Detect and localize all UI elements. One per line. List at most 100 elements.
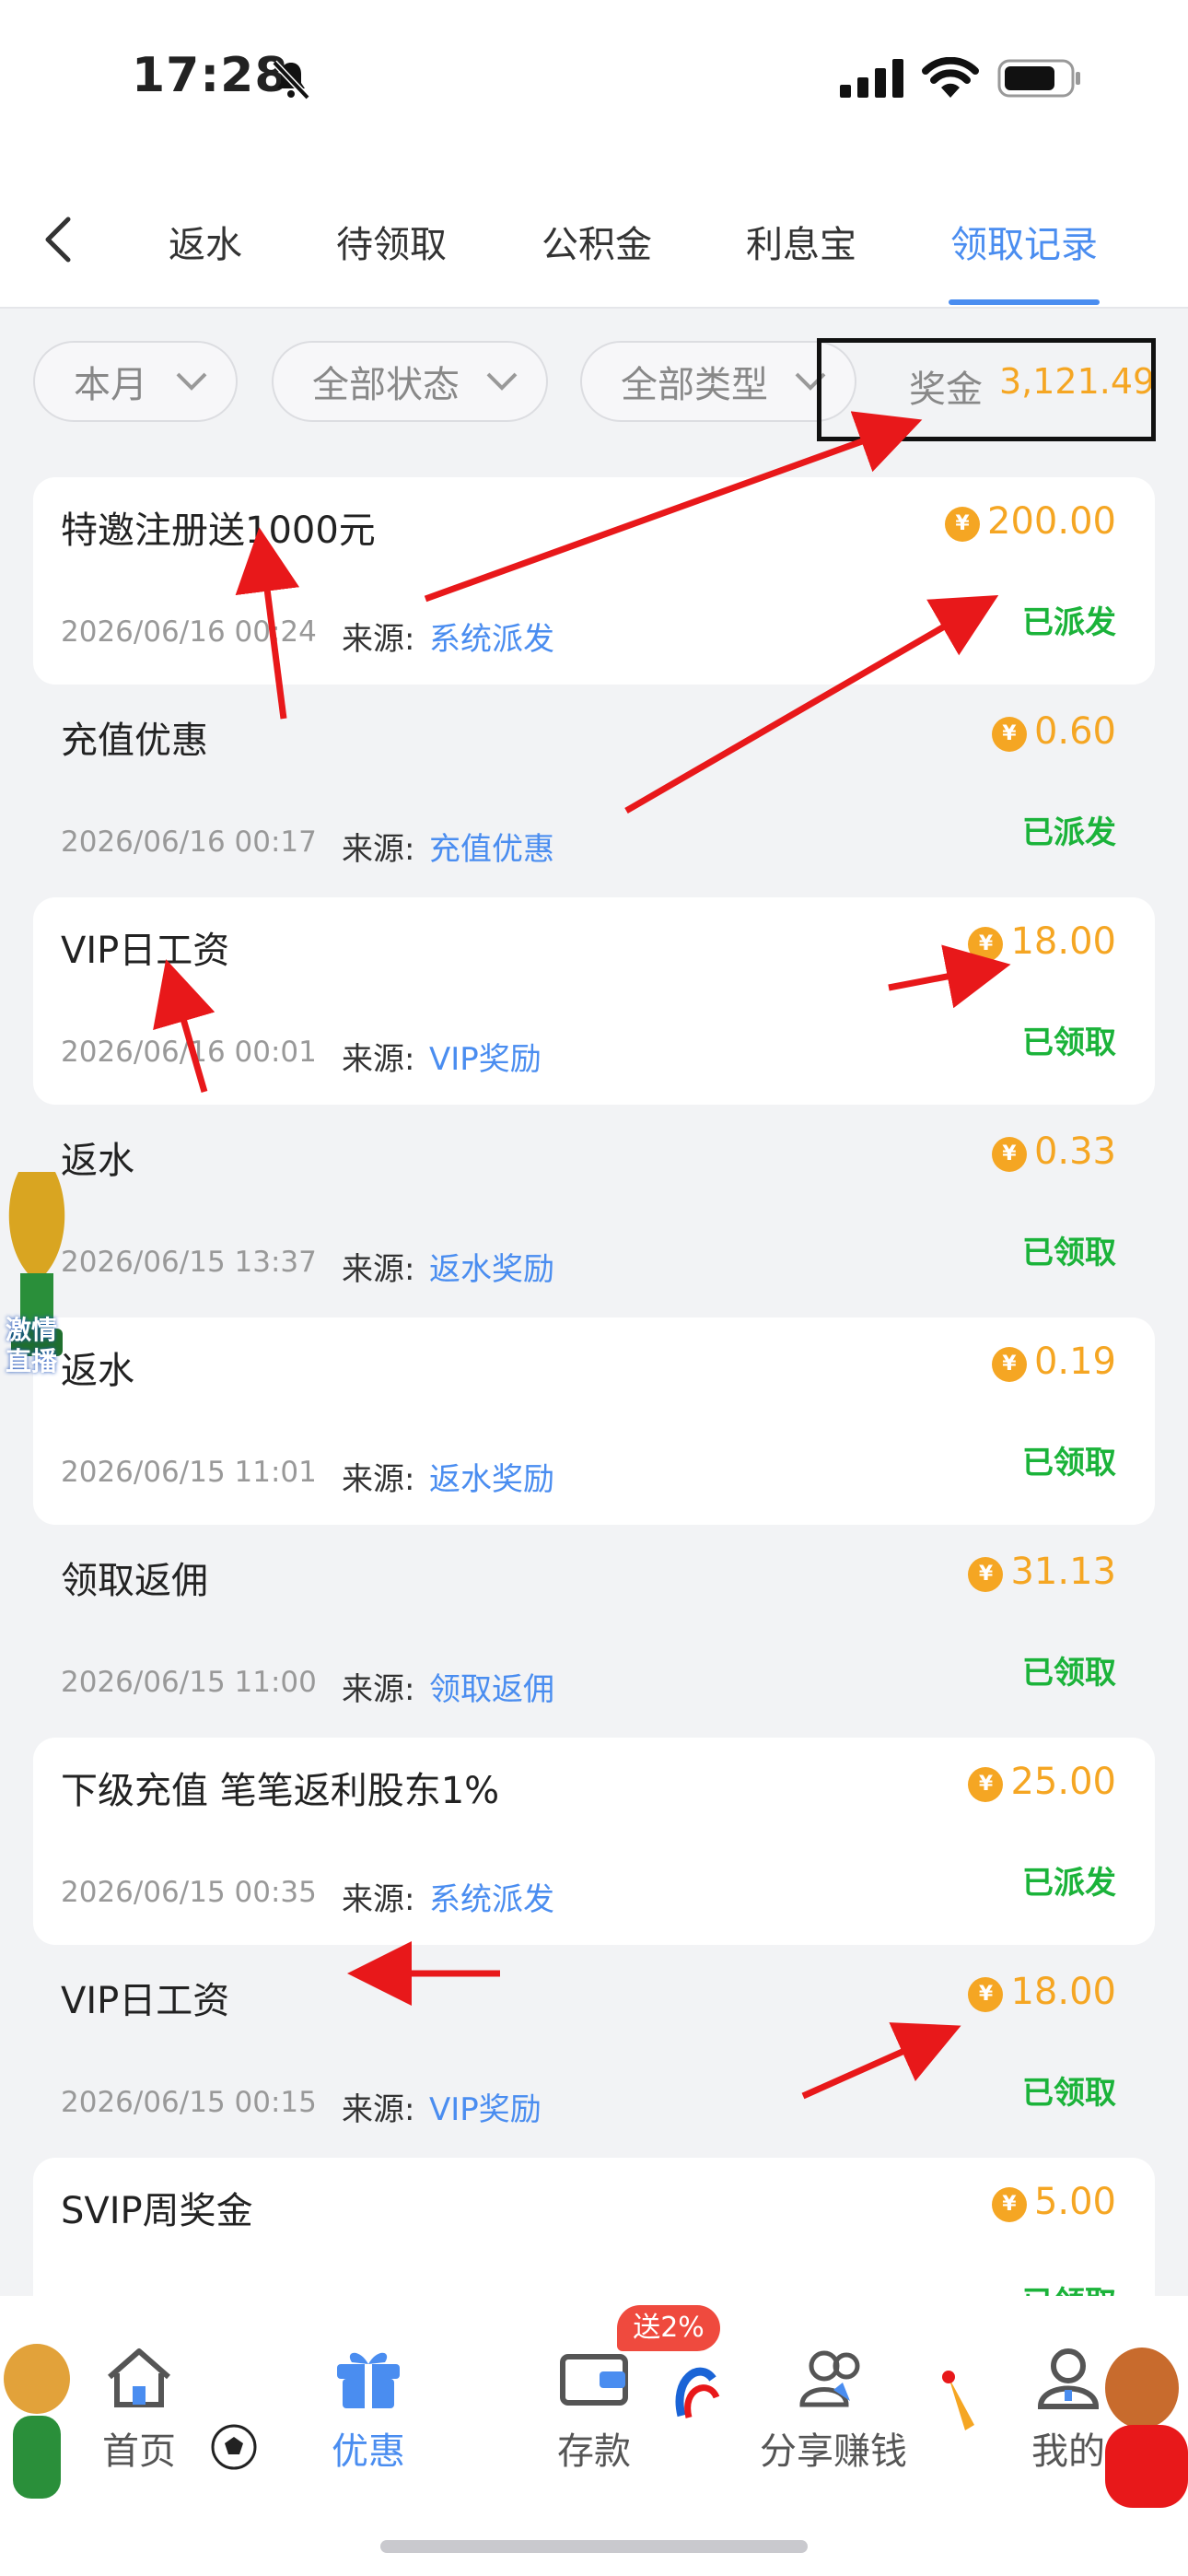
status-bar: 17:28 xyxy=(0,0,1188,175)
record-date: 2026/06/16 00:01 xyxy=(61,1036,317,1069)
live-badge-line1: 激情 xyxy=(6,1315,58,1345)
list-item[interactable]: 下级充值 笔笔返利股东1% 2026/06/15 00:35 来源: 系统派发 25.0… xyxy=(33,1738,1155,1945)
coin-icon: ¥ xyxy=(991,717,1027,752)
list-item[interactable]: 返水 2026/06/15 11:01 来源: 返水奖励 0.19 已领取 ¥ xyxy=(33,1317,1155,1525)
wallet-icon xyxy=(560,2354,628,2406)
coin-icon: ¥ xyxy=(968,927,1004,962)
record-status: 已派发 xyxy=(1022,814,1116,851)
record-amount: 0.19 xyxy=(1033,1341,1116,1383)
status-filter[interactable]: 全部状态 xyxy=(272,341,548,422)
coin-icon: ¥ xyxy=(991,1137,1027,1172)
active-tab-indicator xyxy=(949,299,1100,305)
bottom-nav-bar: 首页 优惠 存款 送2% 分享赚钱 我的 xyxy=(0,2296,1188,2576)
chevron-down-icon xyxy=(176,372,207,391)
coin-icon: ¥ xyxy=(945,507,981,542)
live-stream-float-badge[interactable]: 激情 直播 xyxy=(0,1163,74,1411)
record-title: SVIP周奖金 xyxy=(61,2190,253,2232)
record-source-label: 来源: xyxy=(342,2091,415,2128)
nav-share-earn-label: 分享赚钱 xyxy=(760,2430,907,2473)
record-amount: 18.00 xyxy=(1010,920,1116,963)
record-status: 已领取 xyxy=(1022,1655,1116,1692)
record-amount: 31.13 xyxy=(1010,1551,1116,1593)
share-users-icon xyxy=(799,2350,860,2407)
coin-icon: ¥ xyxy=(991,2187,1027,2222)
gift-icon xyxy=(337,2352,400,2408)
record-source-label: 来源: xyxy=(342,1671,415,1708)
record-source-label: 来源: xyxy=(342,831,415,868)
record-title: 充值优惠 xyxy=(61,720,208,762)
type-filter[interactable]: 全部类型 xyxy=(580,341,856,422)
record-date: 2026/06/15 11:01 xyxy=(61,1456,317,1489)
live-badge-line2: 直播 xyxy=(6,1346,58,1376)
record-amount: 0.60 xyxy=(1033,710,1116,753)
chevron-down-icon xyxy=(486,372,518,391)
record-title: VIP日工资 xyxy=(61,1980,230,2022)
coin-icon: ¥ xyxy=(991,1347,1027,1382)
home-icon xyxy=(108,2348,170,2407)
tab-interest[interactable]: 利息宝 xyxy=(746,215,856,268)
wifi-icon xyxy=(922,57,979,98)
list-item[interactable]: 领取返佣 2026/06/15 11:00 来源: 领取返佣 31.13 已领取 ¥ xyxy=(33,1528,1155,1735)
record-source: 系统派发 xyxy=(429,1881,554,1918)
record-amount: 0.33 xyxy=(1033,1130,1116,1173)
record-status: 已领取 xyxy=(1022,1025,1116,1061)
colorful-ribbon-icon xyxy=(675,2367,720,2418)
coin-icon: ¥ xyxy=(968,1767,1004,1802)
back-chevron-icon[interactable] xyxy=(37,212,83,267)
record-date: 2026/06/15 13:37 xyxy=(61,1246,317,1279)
trumpet-icon xyxy=(942,2371,974,2430)
record-title: 领取返佣 xyxy=(61,1560,208,1602)
record-status: 已派发 xyxy=(1022,1865,1116,1902)
coin-icon: ¥ xyxy=(968,1977,1004,2012)
record-status: 已派发 xyxy=(1022,604,1116,641)
record-date: 2026/06/15 00:15 xyxy=(61,2086,317,2119)
record-title: VIP日工资 xyxy=(61,930,230,972)
nav-share-earn[interactable]: 分享赚钱 xyxy=(751,2346,916,2475)
tab-rebate[interactable]: 返水 xyxy=(169,215,242,268)
mascot-right-icon xyxy=(1105,2348,1188,2508)
tab-claim-records[interactable]: 领取记录 xyxy=(950,215,1098,268)
record-source-label: 来源: xyxy=(342,1041,415,1078)
list-item[interactable]: 返水 2026/06/15 13:37 来源: 返水奖励 0.33 已领取 ¥ xyxy=(33,1107,1155,1315)
bell-muted-icon xyxy=(272,60,310,100)
battery-icon xyxy=(997,59,1080,98)
record-amount: 25.00 xyxy=(1010,1761,1116,1803)
record-status: 已领取 xyxy=(1022,1445,1116,1481)
list-item[interactable]: 特邀注册送1000元 2026/06/16 00:24 来源: 系统派发 200.00 已… xyxy=(33,477,1155,685)
record-source-label: 来源: xyxy=(342,1251,415,1288)
coin-icon: ¥ xyxy=(968,1557,1004,1592)
month-filter[interactable]: 本月 xyxy=(33,341,238,422)
record-source: 充值优惠 xyxy=(429,831,554,868)
nav-promotions-label: 优惠 xyxy=(332,2430,405,2473)
record-source: 领取返佣 xyxy=(429,1671,554,1708)
record-date: 2026/06/16 00:24 xyxy=(61,615,317,649)
record-source: 系统派发 xyxy=(429,621,554,658)
record-status: 已领取 xyxy=(1022,2075,1116,2112)
cellular-signal-icon xyxy=(840,59,903,98)
list-item[interactable]: VIP日工资 2026/06/16 00:01 来源: VIP奖励 18.00 已领取 ¥ xyxy=(33,897,1155,1105)
clock: 17:28 xyxy=(132,48,289,103)
mascot-left-icon xyxy=(4,2344,70,2499)
status-filter-label: 全部状态 xyxy=(312,364,460,406)
deposit-bonus-badge: 送2% xyxy=(617,2305,720,2351)
nav-home-label: 首页 xyxy=(102,2430,176,2473)
nav-home[interactable]: 首页 xyxy=(79,2346,199,2475)
list-item[interactable]: VIP日工资 2026/06/15 00:15 来源: VIP奖励 18.00 已领取 ¥ xyxy=(33,1948,1155,2155)
nav-promotions[interactable]: 优惠 xyxy=(309,2346,428,2475)
home-indicator xyxy=(380,2540,808,2553)
list-item[interactable]: 充值优惠 2026/06/16 00:17 来源: 充值优惠 0.60 已派发 ¥ xyxy=(33,687,1155,895)
month-filter-label: 本月 xyxy=(74,364,147,406)
record-source-label: 来源: xyxy=(342,621,415,658)
tab-provident-fund[interactable]: 公积金 xyxy=(542,215,652,268)
nav-deposit[interactable]: 存款 xyxy=(534,2346,654,2475)
record-date: 2026/06/15 00:35 xyxy=(61,1876,317,1909)
nav-deposit-label: 存款 xyxy=(557,2430,631,2473)
annotation-highlight-box xyxy=(817,338,1156,441)
record-amount: 18.00 xyxy=(1010,1971,1116,2013)
record-source: 返水奖励 xyxy=(429,1251,554,1288)
record-source-label: 来源: xyxy=(342,1461,415,1498)
record-title: 下级充值 笔笔返利股东1% xyxy=(61,1770,500,1812)
record-amount: 200.00 xyxy=(987,500,1116,543)
tab-pending[interactable]: 待领取 xyxy=(336,215,447,268)
record-title: 特邀注册送1000元 xyxy=(61,509,376,552)
